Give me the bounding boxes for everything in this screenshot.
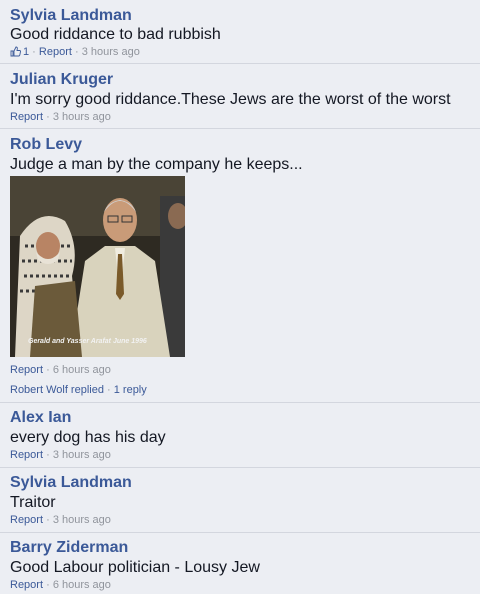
report-link[interactable]: Report (10, 364, 43, 376)
comment-timestamp: 3 hours ago (81, 46, 140, 58)
comment-author-link[interactable]: Alex Ian (10, 408, 71, 427)
comment-text: Good riddance to bad rubbish (10, 26, 221, 43)
photo-caption: Gerald and Yasser Arafat June 1996 (28, 338, 147, 345)
comment-item: Sylvia Landman Traitor Report · 3 hours … (0, 468, 480, 533)
comment-author-link[interactable]: Rob Levy (10, 135, 82, 154)
report-link[interactable]: Report (10, 579, 43, 591)
comment-item: Alex Ian every dog has his day Report · … (0, 403, 480, 468)
report-link[interactable]: Report (10, 514, 43, 526)
comment-item: Barry Ziderman Good Labour politician - … (0, 533, 480, 594)
reply-author-link[interactable]: Robert Wolf replied (10, 384, 104, 396)
report-link[interactable]: Report (10, 449, 43, 461)
comment-text: Traitor (10, 494, 56, 511)
comment-author-link[interactable]: Sylvia Landman (10, 6, 132, 25)
comment-author-link[interactable]: Julian Kruger (10, 70, 113, 89)
comment-meta: Report · 6 hours ago (10, 579, 111, 591)
comment-meta: Report · 3 hours ago (10, 514, 111, 526)
comment-photo[interactable]: Gerald and Yasser Arafat June 1996 (10, 176, 185, 357)
photo-illustration (10, 176, 185, 357)
comment-meta: Report · 3 hours ago (10, 111, 111, 123)
comment-timestamp: 6 hours ago (52, 579, 111, 591)
reply-summary[interactable]: Robert Wolf replied · 1 reply (10, 383, 147, 397)
view-replies-link[interactable]: 1 reply (114, 384, 147, 396)
report-link[interactable]: Report (39, 46, 72, 58)
comment-timestamp: 6 hours ago (52, 364, 111, 376)
comment-author-link[interactable]: Barry Ziderman (10, 538, 128, 557)
comment-text: Good Labour politician - Lousy Jew (10, 559, 260, 576)
comment-timestamp: 3 hours ago (52, 111, 111, 123)
thumbs-up-icon[interactable] (10, 46, 21, 61)
report-link[interactable]: Report (10, 111, 43, 123)
comment-meta: Report · 3 hours ago (10, 449, 111, 461)
comment-meta: Report · 6 hours ago (10, 364, 111, 376)
comment-timestamp: 3 hours ago (52, 449, 111, 461)
comment-author-link[interactable]: Sylvia Landman (10, 473, 132, 492)
comment-item: Julian Kruger I'm sorry good riddance.Th… (0, 64, 480, 129)
comment-meta: 1 · Report · 3 hours ago (10, 45, 140, 61)
comment-text: Judge a man by the company he keeps... (10, 156, 303, 173)
comment-timestamp: 3 hours ago (52, 514, 111, 526)
comment-text: every dog has his day (10, 429, 166, 446)
comment-text: I'm sorry good riddance.These Jews are t… (10, 91, 451, 108)
comment-item: Rob Levy Judge a man by the company he k… (0, 129, 480, 403)
comment-item: Sylvia Landman Good riddance to bad rubb… (0, 0, 480, 64)
